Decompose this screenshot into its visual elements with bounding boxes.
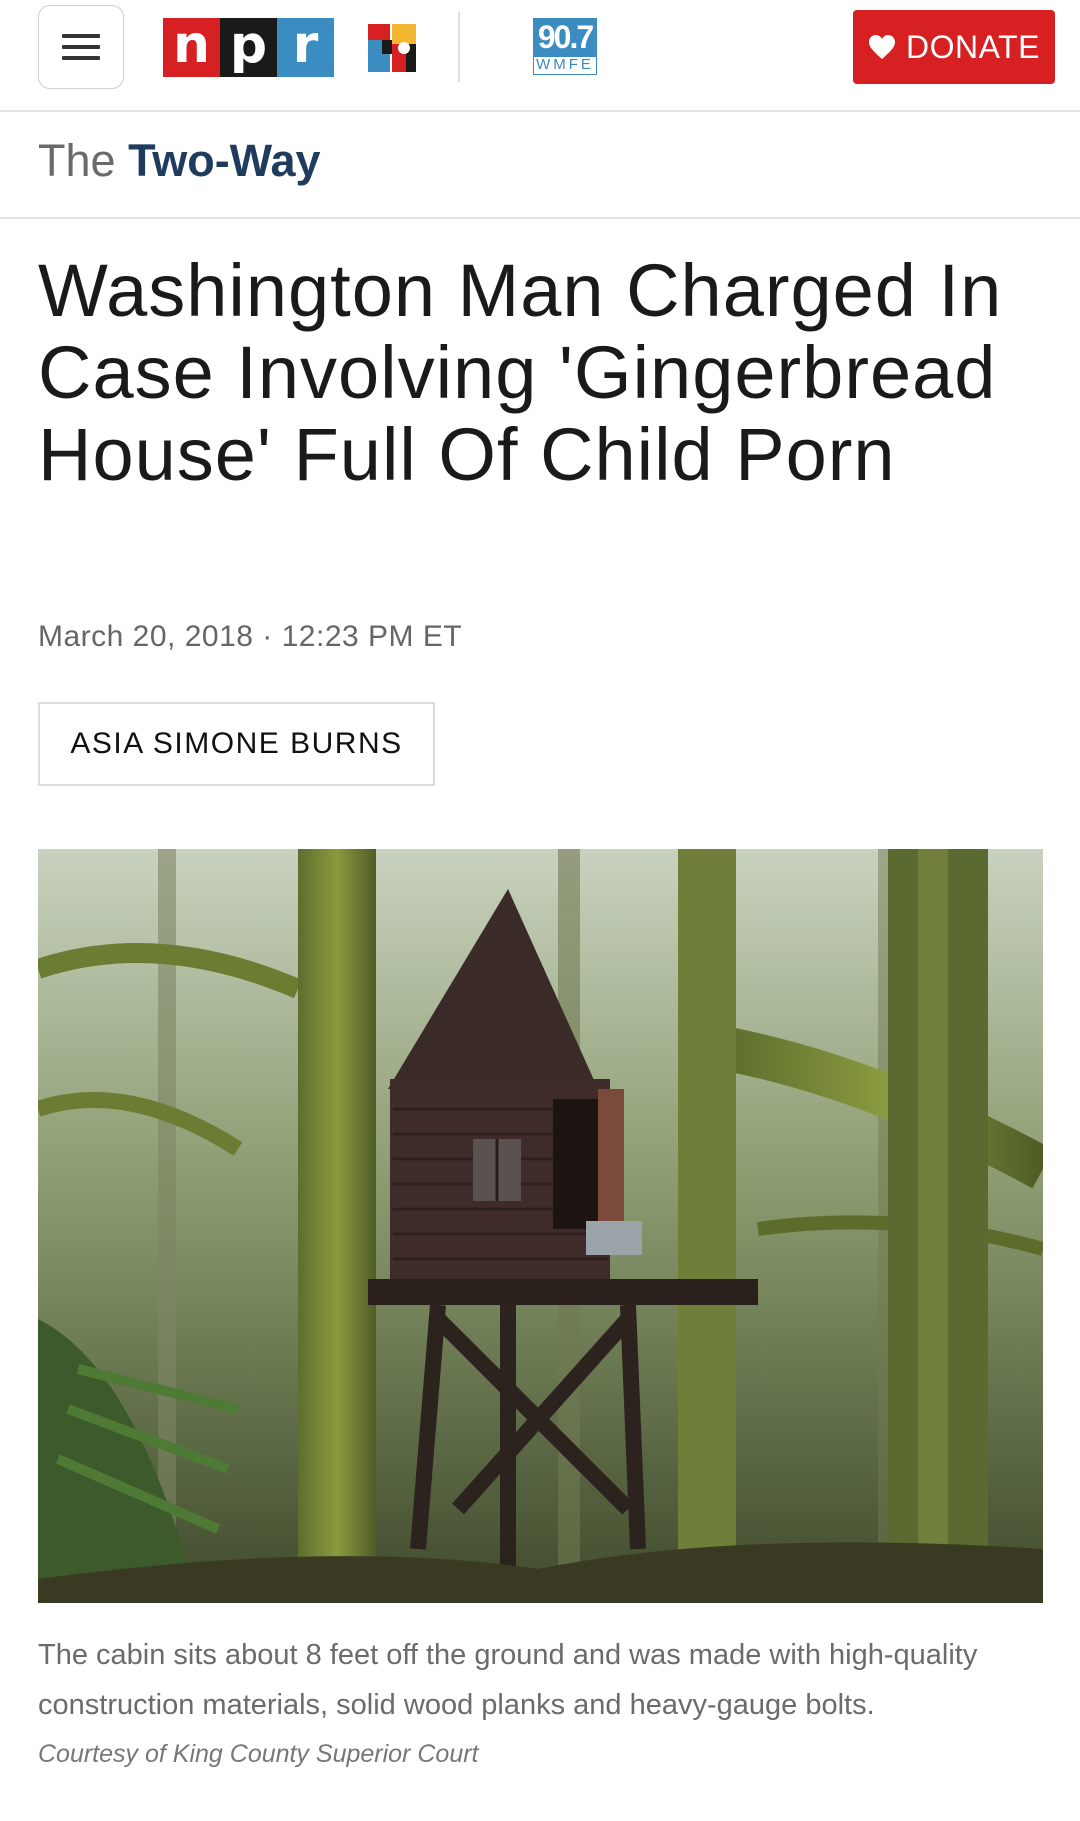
site-header: n p r 90.7 WMFE DONATE xyxy=(0,0,1080,112)
npr-logo-letter-n: n xyxy=(163,18,220,77)
donate-button[interactable]: DONATE xyxy=(853,10,1055,84)
hamburger-menu-icon xyxy=(62,34,100,60)
npr-logo[interactable]: n p r xyxy=(163,18,334,77)
article-headline: Washington Man Charged In Case Involving… xyxy=(38,249,1003,496)
section-title[interactable]: The Two-Way xyxy=(38,138,321,183)
npr-50-icon xyxy=(368,24,416,72)
menu-button[interactable] xyxy=(38,5,124,89)
npr-logo-letter-r: r xyxy=(277,18,334,77)
donate-label: DONATE xyxy=(906,28,1040,65)
treehouse-forest-image xyxy=(38,849,1043,1603)
npr-logo-letter-p: p xyxy=(220,18,277,77)
station-logo[interactable]: 90.7 WMFE xyxy=(533,18,597,76)
station-frequency: 90.7 xyxy=(533,18,597,56)
header-divider xyxy=(458,12,460,82)
article-photo[interactable] xyxy=(38,849,1043,1603)
photo-caption: The cabin sits about 8 feet off the grou… xyxy=(38,1639,978,1721)
article-dateline: March 20, 2018 · 12:23 PM ET xyxy=(38,620,463,653)
section-name: Two-Way xyxy=(128,135,321,186)
section-header: The Two-Way xyxy=(0,110,1080,219)
heart-icon xyxy=(869,35,896,59)
section-prefix: The xyxy=(38,135,116,186)
author-byline-button[interactable]: ASIA SIMONE BURNS xyxy=(38,702,435,786)
station-call-letters: WMFE xyxy=(533,56,597,75)
photo-credit: Courtesy of King County Superior Court xyxy=(38,1740,479,1768)
